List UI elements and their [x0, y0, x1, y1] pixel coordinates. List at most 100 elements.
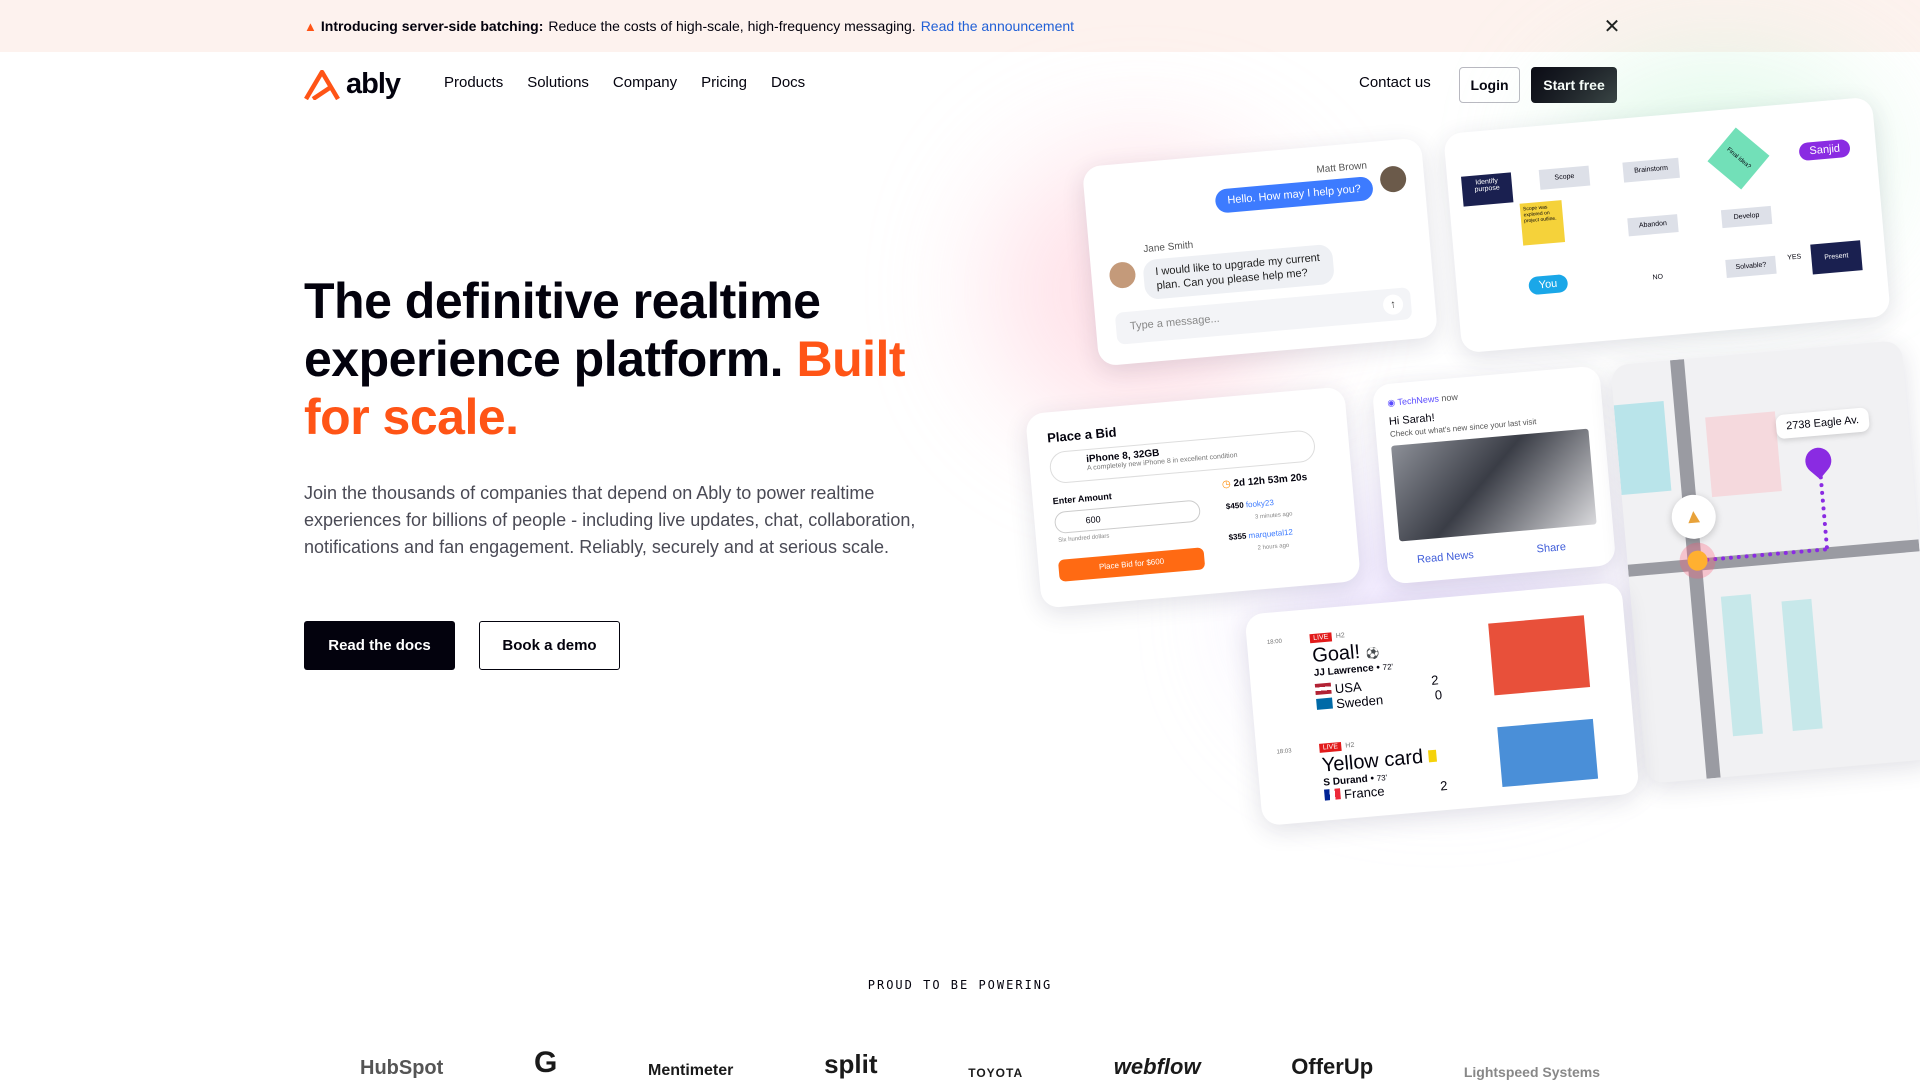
usa-flag-icon	[1314, 682, 1332, 695]
laptop-image	[1391, 428, 1597, 542]
read-docs-button[interactable]: Read the docs	[304, 621, 455, 670]
flow-node: Scope	[1538, 165, 1591, 190]
news-time: now	[1440, 391, 1459, 404]
lightspeed-logo: Lightspeed Systems	[1463, 1064, 1600, 1080]
webflow-logo: webflow	[1113, 1054, 1201, 1079]
offerup-logo: OfferUp	[1291, 1054, 1374, 1079]
score-event: 18:03 LIVE H2 Yellow card S Durand • 73'…	[1276, 721, 1511, 808]
map-road	[1627, 539, 1920, 577]
announcement-content: ▲ Introducing server-side batching: Redu…	[304, 0, 1074, 52]
event-time: 18:00	[1266, 638, 1283, 647]
sweden-flag-icon	[1316, 697, 1333, 710]
live-badge: LIVE	[1319, 741, 1342, 753]
flowchart-card: Identify purpose Scope Brainstorm Final …	[1443, 96, 1891, 354]
powering-heading: PROUD TO BE POWERING	[867, 978, 1053, 992]
half-label: H2	[1345, 741, 1355, 750]
book-demo-button[interactable]: Book a demo	[479, 621, 620, 670]
map-card: ▲ 2738 Eagle Av.	[1610, 340, 1920, 784]
location-pin-icon	[1800, 442, 1837, 480]
user-avatar	[1108, 260, 1137, 290]
hero-title: The definitive realtime experience platf…	[304, 272, 944, 446]
route-line-vertical	[1817, 467, 1830, 550]
announcement-link[interactable]: Read the announcement	[921, 18, 1074, 34]
read-news-link[interactable]: Read News	[1417, 549, 1475, 566]
bid-row: $450 fooky23 3 minutes ago	[1225, 497, 1293, 521]
agent-message: Hello. How may I help you?	[1214, 175, 1374, 214]
nav-products[interactable]: Products	[444, 74, 503, 91]
mentimeter-logo: Mentimeter	[648, 1062, 734, 1079]
event-time: 18:03	[1276, 748, 1292, 756]
map-block	[1705, 411, 1782, 498]
flow-node: Present	[1810, 240, 1863, 275]
agent-name: Matt Brown	[1316, 160, 1368, 176]
map-block	[1613, 401, 1672, 496]
player-photo	[1497, 718, 1599, 788]
amount-words: Six hundred dollars	[1058, 533, 1110, 544]
chat-card: Matt Brown Hello. How may I help you? Ja…	[1081, 137, 1439, 367]
clock-icon: ◷	[1221, 478, 1232, 491]
customer-logos: HubSpot G Mentimeter split TOYOTA webflo…	[360, 1046, 1600, 1080]
soccer-ball-icon: ⚽	[1365, 647, 1380, 661]
ably-logo[interactable]: ably	[304, 68, 401, 101]
map-block	[1781, 598, 1823, 732]
bid-history: $450 fooky23 3 minutes ago $355 marquetal…	[1225, 495, 1295, 557]
flow-node: Final idea?	[1707, 127, 1770, 190]
logo-text: ably	[346, 68, 401, 100]
sticky-note: Scope was explored on project outline.	[1519, 200, 1566, 246]
bid-row: $355 marquetal12 2 hours ago	[1228, 527, 1294, 552]
nav-docs[interactable]: Docs	[771, 74, 805, 91]
map-block	[1720, 594, 1763, 737]
announcement-text: Reduce the costs of high-scale, high-fre…	[548, 18, 916, 34]
announcement-banner: ▲ Introducing server-side batching: Redu…	[0, 0, 1920, 52]
split-logo: split	[824, 1049, 878, 1079]
message-placeholder: Type a message...	[1129, 312, 1221, 333]
timer: ◷ 2d 12h 53m 20s	[1222, 472, 1308, 490]
news-notification-card: ◉ TechNews now Hi Sarah! Check out what'…	[1371, 365, 1617, 585]
cursor-sanjid: Sanjid	[1798, 138, 1851, 162]
amount-label: Enter Amount	[1052, 491, 1113, 507]
yellow-card-icon	[1428, 749, 1438, 763]
flow-label-yes: YES	[1787, 253, 1802, 262]
flow-node: Solvable?	[1725, 255, 1777, 278]
score-event: 18:00 LIVE H2 Goal! ⚽ JJ Lawrence • 72' …	[1266, 614, 1473, 717]
share-link[interactable]: Share	[1536, 541, 1566, 556]
close-icon[interactable]: ✕	[1601, 15, 1623, 38]
agent-avatar	[1379, 165, 1408, 194]
live-badge: LIVE	[1309, 632, 1332, 644]
toyota-logo: TOYOTA	[968, 1066, 1024, 1080]
main-menu: Products Solutions Company Pricing Docs	[444, 74, 805, 91]
news-source: ◉ TechNews now	[1387, 392, 1458, 409]
amount-value: 600	[1085, 514, 1102, 526]
flow-node: Identify purpose	[1461, 172, 1514, 207]
timer-text: 2d 12h 53m 20s	[1233, 471, 1308, 490]
hubspot-logo: HubSpot	[360, 1057, 444, 1079]
flow-label-no: NO	[1652, 273, 1664, 282]
nav-company[interactable]: Company	[613, 74, 677, 91]
address-label: 2738 Eagle Av.	[1775, 407, 1870, 440]
flow-node: Develop	[1720, 205, 1773, 229]
france-flag-icon	[1324, 788, 1341, 801]
nav-pricing[interactable]: Pricing	[701, 74, 747, 91]
user-name: Jane Smith	[1142, 239, 1194, 256]
live-score-card: 18:00 LIVE H2 Goal! ⚽ JJ Lawrence • 72' …	[1244, 581, 1640, 827]
news-source-name: TechNews	[1397, 393, 1440, 408]
ably-logo-icon	[304, 69, 340, 100]
g-logo: G	[534, 1046, 558, 1079]
cursor-you: You	[1528, 273, 1569, 296]
bid-title: Place a Bid	[1046, 424, 1118, 446]
flow-node: Abandon	[1627, 214, 1679, 237]
contact-link[interactable]: Contact us	[1359, 74, 1431, 91]
amount-input[interactable]: 600	[1053, 499, 1202, 535]
news-source-icon: ◉	[1386, 397, 1396, 409]
event-title-text: Goal!	[1311, 640, 1361, 668]
send-icon[interactable]: ↑	[1382, 293, 1404, 316]
pizza-icon: ▲	[1669, 492, 1718, 541]
hero-subtitle: Join the thousands of companies that dep…	[304, 483, 916, 557]
half-label: H2	[1335, 632, 1346, 640]
nav-solutions[interactable]: Solutions	[527, 74, 589, 91]
megaphone-icon: ▲	[304, 18, 317, 34]
bid-card: Place a Bid iPhone 8, 32GB A completely …	[1025, 386, 1361, 609]
announcement-title: Introducing server-side batching:	[320, 18, 544, 34]
login-button[interactable]: Login	[1459, 67, 1520, 103]
place-bid-button[interactable]: Place Bid for $600	[1057, 547, 1206, 582]
